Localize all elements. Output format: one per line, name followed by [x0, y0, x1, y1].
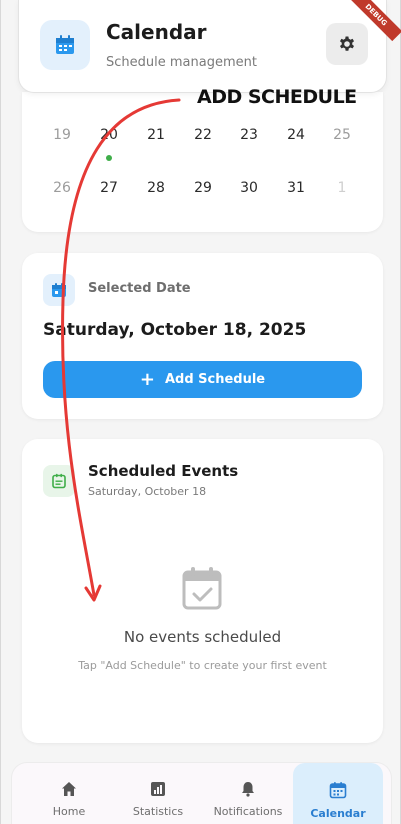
events-subtitle: Saturday, October 18	[88, 485, 207, 498]
calendar-day[interactable]: 23	[229, 127, 269, 143]
calendar-grid-card: 19 20 21 22 23 24 25 26 27 28 29 30 31 1	[22, 92, 383, 232]
event-indicator-dot	[106, 155, 112, 161]
calendar-day[interactable]: 27	[89, 180, 129, 196]
bell-icon	[242, 782, 254, 797]
app-frame: 19 20 21 22 23 24 25 26 27 28 29 30 31 1	[0, 0, 401, 824]
scheduled-events-card: Scheduled Events Saturday, October 18 No…	[22, 439, 383, 743]
home-icon	[62, 782, 76, 796]
calendar-week-row: 19 20 21 22 23 24 25	[22, 127, 383, 151]
calendar-day[interactable]: 29	[183, 180, 223, 196]
calendar-day[interactable]: 19	[42, 127, 82, 143]
calendar-day[interactable]: 21	[136, 127, 176, 143]
calendar-week-row: 26 27 28 29 30 31 1	[22, 180, 383, 204]
calendar-day[interactable]: 28	[136, 180, 176, 196]
empty-calendar-check-icon	[181, 566, 223, 610]
chart-icon	[151, 782, 165, 796]
nav-item-calendar[interactable]: Calendar	[293, 763, 383, 824]
empty-state-title: No events scheduled	[123, 628, 282, 646]
calendar-day-event[interactable]: 20	[89, 127, 129, 143]
empty-state-subtitle: Tap "Add Schedule" to create your first …	[78, 659, 327, 672]
plus-icon: +	[139, 368, 155, 390]
calendar-icon	[40, 20, 90, 70]
nav-item-notifications[interactable]: Notifications	[203, 763, 293, 824]
bottom-navigation: Home Statistics Notifications Calendar	[11, 762, 392, 824]
nav-item-statistics[interactable]: Statistics	[113, 763, 203, 824]
nav-item-home[interactable]: Home	[24, 763, 114, 824]
settings-button[interactable]	[326, 23, 368, 65]
calendar-day[interactable]: 22	[183, 127, 223, 143]
calendar-day-next-month[interactable]: 1	[322, 180, 362, 196]
app-header: Calendar Schedule management	[18, 0, 387, 93]
calendar-day[interactable]: 24	[276, 127, 316, 143]
calendar-icon	[329, 782, 347, 799]
calendar-icon	[43, 274, 75, 306]
gear-icon	[340, 36, 354, 51]
calendar-day[interactable]: 25	[322, 127, 362, 143]
nav-label: Calendar	[310, 807, 366, 820]
nav-label: Home	[52, 805, 86, 818]
annotation-label: ADD SCHEDULE	[197, 86, 357, 108]
selected-date-value: Saturday, October 18, 2025	[43, 320, 307, 340]
calendar-day[interactable]: 30	[229, 180, 269, 196]
add-schedule-label: Add Schedule	[164, 372, 266, 387]
selected-date-card: Selected Date Saturday, October 18, 2025…	[22, 253, 383, 419]
nav-label: Statistics	[132, 805, 184, 818]
calendar-day[interactable]: 26	[42, 180, 82, 196]
selected-date-label: Selected Date	[88, 281, 191, 296]
nav-label: Notifications	[213, 805, 283, 818]
list-calendar-icon	[43, 465, 75, 497]
add-schedule-button[interactable]: + Add Schedule	[43, 361, 362, 398]
calendar-day[interactable]: 31	[276, 180, 316, 196]
page-subtitle: Schedule management	[106, 55, 257, 70]
events-title: Scheduled Events	[88, 462, 239, 480]
page-title: Calendar	[106, 20, 207, 44]
